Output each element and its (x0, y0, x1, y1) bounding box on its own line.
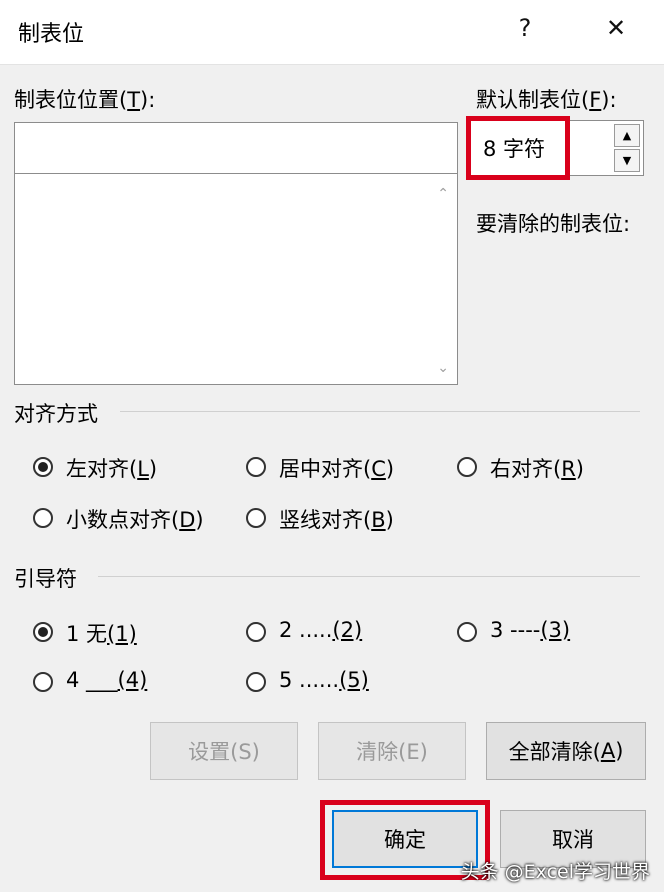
align-decimal-label[interactable]: 小数点对齐(D) (66, 504, 204, 534)
spin-down-icon[interactable]: ▼ (614, 149, 640, 172)
clear-button[interactable]: 清除(E) (318, 722, 466, 780)
leader-middle-dots-label[interactable]: 5 ......(5) (279, 668, 369, 692)
set-button[interactable]: 设置(S) (150, 722, 298, 780)
alignment-divider (120, 411, 640, 412)
leader-group-title: 引导符 (14, 567, 77, 591)
align-left-radio[interactable] (33, 457, 53, 477)
align-center-label[interactable]: 居中对齐(C) (279, 453, 394, 483)
spin-up-icon[interactable]: ▲ (614, 124, 640, 147)
leader-underline-radio[interactable] (33, 672, 53, 692)
default-tab-spinner: ▲ ▼ (614, 124, 640, 172)
alignment-group-title: 对齐方式 (14, 402, 98, 426)
watermark: 头条 @Excel学习世界 (460, 861, 650, 883)
close-icon[interactable]: ✕ (596, 14, 636, 42)
leader-dots-label[interactable]: 2 .....(2) (279, 618, 362, 642)
leader-dashes-label[interactable]: 3 ----(3) (490, 618, 570, 642)
align-bar-radio[interactable] (246, 508, 266, 528)
tab-stop-list[interactable]: ⌃ ⌄ (14, 173, 458, 385)
align-decimal-radio[interactable] (33, 508, 53, 528)
default-tab-label: 默认制表位(F): (476, 88, 617, 112)
ok-button[interactable]: 确定 (332, 810, 478, 868)
align-right-radio[interactable] (457, 457, 477, 477)
leader-middle-dots-radio[interactable] (246, 672, 266, 692)
clear-all-button[interactable]: 全部清除(A) (486, 722, 646, 780)
scroll-up-arrow-icon[interactable]: ⌃ (437, 186, 449, 202)
tab-position-input[interactable] (14, 122, 458, 174)
default-tab-value: 8 字符 (483, 137, 546, 161)
leader-none-label[interactable]: 1 无(1) (66, 618, 137, 648)
tabs-to-clear-label: 要清除的制表位: (476, 212, 631, 236)
scroll-down-arrow-icon[interactable]: ⌄ (437, 360, 449, 376)
leader-none-radio[interactable] (33, 622, 53, 642)
tab-position-label: 制表位位置(T): (14, 88, 156, 112)
align-right-label[interactable]: 右对齐(R) (490, 453, 584, 483)
leader-underline-label[interactable]: 4 ___(4) (66, 668, 147, 692)
dialog-title: 制表位 (18, 22, 85, 47)
align-left-label[interactable]: 左对齐(L) (66, 453, 157, 483)
align-center-radio[interactable] (246, 457, 266, 477)
help-icon[interactable]: ? (505, 14, 545, 42)
leader-dots-radio[interactable] (246, 622, 266, 642)
align-bar-label[interactable]: 竖线对齐(B) (279, 504, 394, 534)
leader-dashes-radio[interactable] (457, 622, 477, 642)
title-bar: 制表位 ? ✕ (0, 0, 664, 65)
leader-divider (98, 576, 640, 577)
